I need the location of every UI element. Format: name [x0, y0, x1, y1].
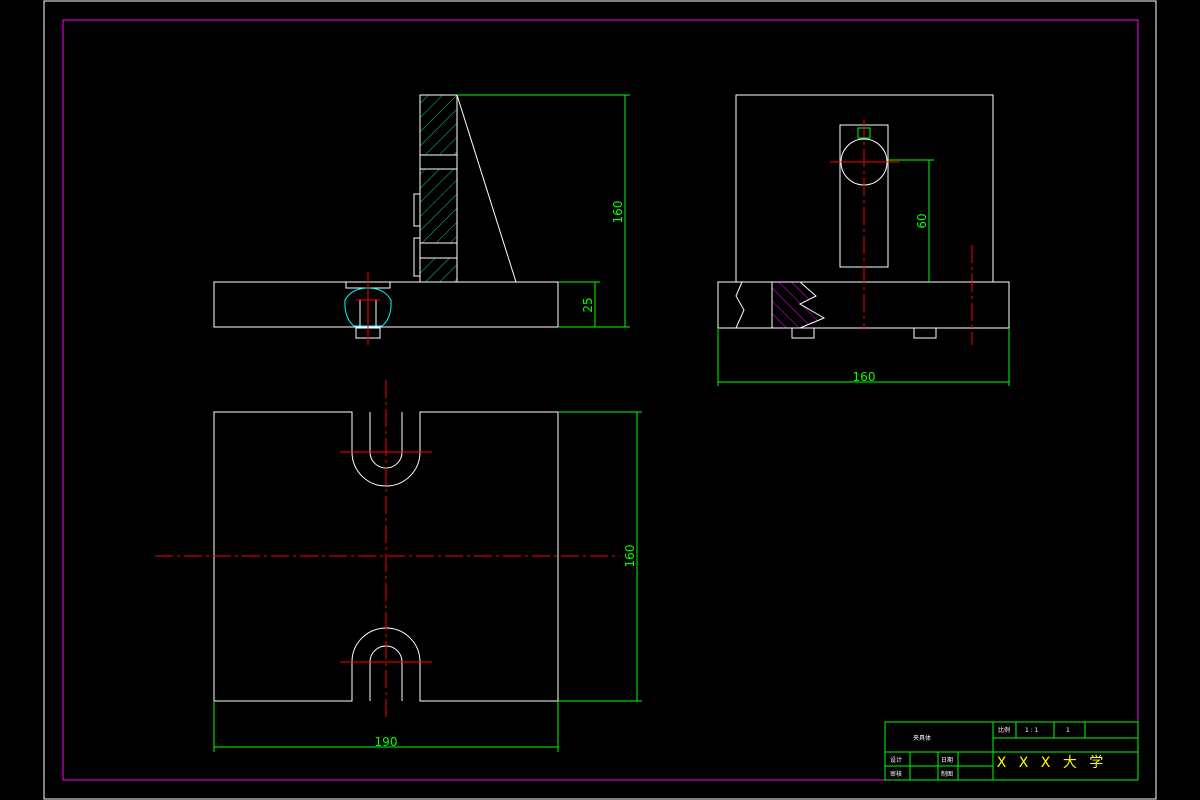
- front-view: 160 25: [213, 94, 630, 345]
- tb-scale-value: 1 : 1: [1025, 727, 1039, 734]
- tb-quantity: 1: [1066, 727, 1070, 734]
- sheet-inner-frame: [62, 19, 1139, 781]
- tb-school: X X X 大 学: [997, 755, 1108, 771]
- dim-side-width: 160: [853, 370, 876, 384]
- side-bolt-left: [791, 327, 815, 339]
- sheet-outer-border: [43, 0, 1157, 800]
- front-base: [213, 281, 559, 328]
- front-rib: [456, 94, 517, 283]
- tb-drawn-label: 制图: [941, 770, 953, 778]
- front-upright-slot-2: [419, 242, 458, 259]
- title-block: 夹具体 比例 1 : 1 1 设计 审核 日期 制图 X X X 大 学: [884, 721, 1139, 781]
- front-upright-hatch-mid: [419, 168, 458, 244]
- front-upright-bolt-2: [413, 237, 421, 277]
- front-upright-hatch-bot: [419, 257, 458, 283]
- tb-checker-label: 审核: [890, 770, 902, 778]
- tb-scale-label: 比例: [998, 726, 1010, 734]
- side-view: 60 160: [717, 94, 1010, 386]
- top-view: 160 190: [155, 380, 642, 752]
- tb-date-label: 日期: [941, 756, 953, 764]
- front-upright-bolt-1: [413, 193, 421, 227]
- front-upright-hatch-top: [419, 94, 458, 156]
- side-bolt-right: [913, 327, 937, 339]
- side-section-hatch: [771, 281, 826, 329]
- tb-designer-label: 设计: [890, 756, 902, 764]
- dim-top-depth: 160: [623, 545, 637, 568]
- dim-side-hole-height: 60: [915, 213, 929, 228]
- dim-front-height: 160: [611, 201, 625, 224]
- title-block-frame: [884, 721, 1139, 781]
- side-break-line: [735, 281, 745, 329]
- front-upright-slot-1: [419, 154, 458, 170]
- dim-front-base: 25: [581, 297, 595, 312]
- cad-drawing: 160 25 60 160 160 190 夹具体 比例 1: 1 1 设计 …: [43, 0, 1157, 800]
- dim-top-width: 190: [375, 735, 398, 749]
- tb-part-name: 夹具体: [913, 734, 931, 742]
